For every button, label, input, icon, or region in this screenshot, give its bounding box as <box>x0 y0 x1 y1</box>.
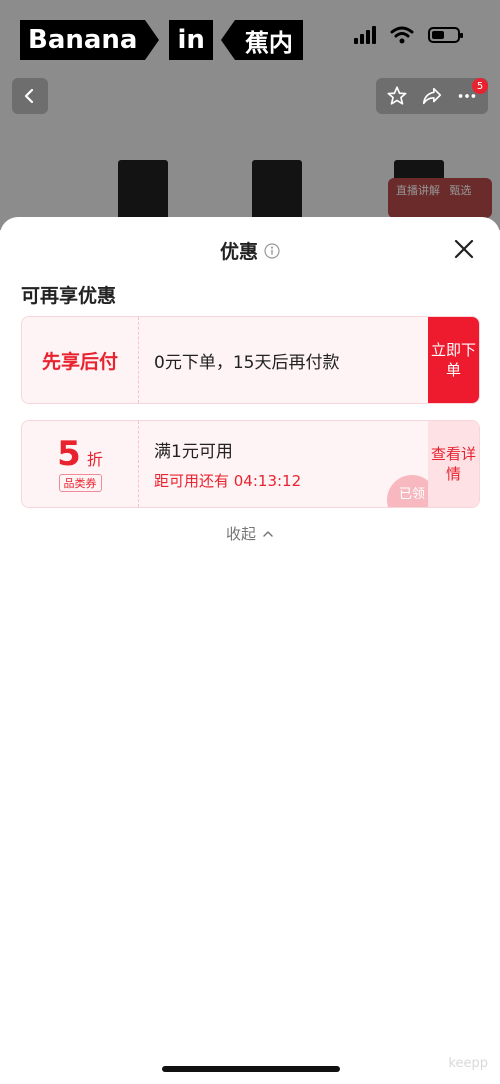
section-title: 可再享优惠 <box>21 285 117 307</box>
coupon-countdown: 距可用还有 04:13:12 <box>154 472 302 490</box>
share-icon[interactable] <box>421 85 443 107</box>
collapse-label: 收起 <box>225 525 256 543</box>
pay-later-card[interactable]: 先享后付 0元下单，15天后再付款 立即下单 <box>21 316 480 404</box>
brand-arrow <box>220 20 235 60</box>
coupon-value-box: 5 折 品类券 <box>22 421 139 507</box>
brand-word: Banana <box>20 20 146 60</box>
pay-later-label: 先享后付 <box>41 350 118 373</box>
back-icon <box>24 88 34 104</box>
home-indicator[interactable] <box>162 1066 340 1072</box>
brand-word: 蕉内 <box>234 20 303 60</box>
order-now-button[interactable]: 立即下单 <box>428 317 479 403</box>
close-icon[interactable] <box>452 237 476 261</box>
chevron-up-icon <box>263 530 273 537</box>
brand-arrow <box>145 20 160 60</box>
star-icon[interactable] <box>386 85 408 107</box>
pay-later-description: 0元下单，15天后再付款 <box>154 352 340 373</box>
discount-number: 5 <box>57 434 81 474</box>
info-icon[interactable] <box>264 242 280 259</box>
discount-unit: 折 <box>86 450 103 469</box>
sheet-header: 优惠 <box>0 237 500 264</box>
status-bar: Banana in 蕉内 <box>0 0 500 70</box>
coupon-type-badge: 品类券 <box>58 474 102 492</box>
view-details-button[interactable]: 查看详情 <box>428 421 479 507</box>
signal-icon <box>354 26 376 44</box>
sheet-title: 优惠 <box>219 241 258 263</box>
brand-logo: Banana in 蕉内 <box>20 20 303 60</box>
back-button[interactable] <box>12 78 48 114</box>
pay-later-info: 0元下单，15天后再付款 <box>154 317 339 403</box>
brand-word: in <box>169 20 213 60</box>
wifi-icon <box>390 26 414 44</box>
discount-sheet: 优惠 可再享优惠 先享后付 0元下单，15天后再付款 立即下单 5 折 品类券 … <box>0 217 500 1084</box>
coupon-condition: 满1元可用 <box>154 442 233 462</box>
watermark: keepp <box>448 1056 488 1071</box>
collapse-button[interactable]: 收起 <box>0 523 500 544</box>
cart-badge: 5 <box>472 78 488 94</box>
system-icons <box>354 26 463 44</box>
discount-value: 5 折 <box>57 436 103 472</box>
coupon-card[interactable]: 5 折 品类券 满1元可用 距可用还有 04:13:12 已领 查看详情 <box>21 420 480 508</box>
battery-icon <box>428 27 463 43</box>
coupon-info: 满1元可用 距可用还有 04:13:12 <box>154 421 301 507</box>
pay-later-label-box: 先享后付 <box>22 317 139 403</box>
